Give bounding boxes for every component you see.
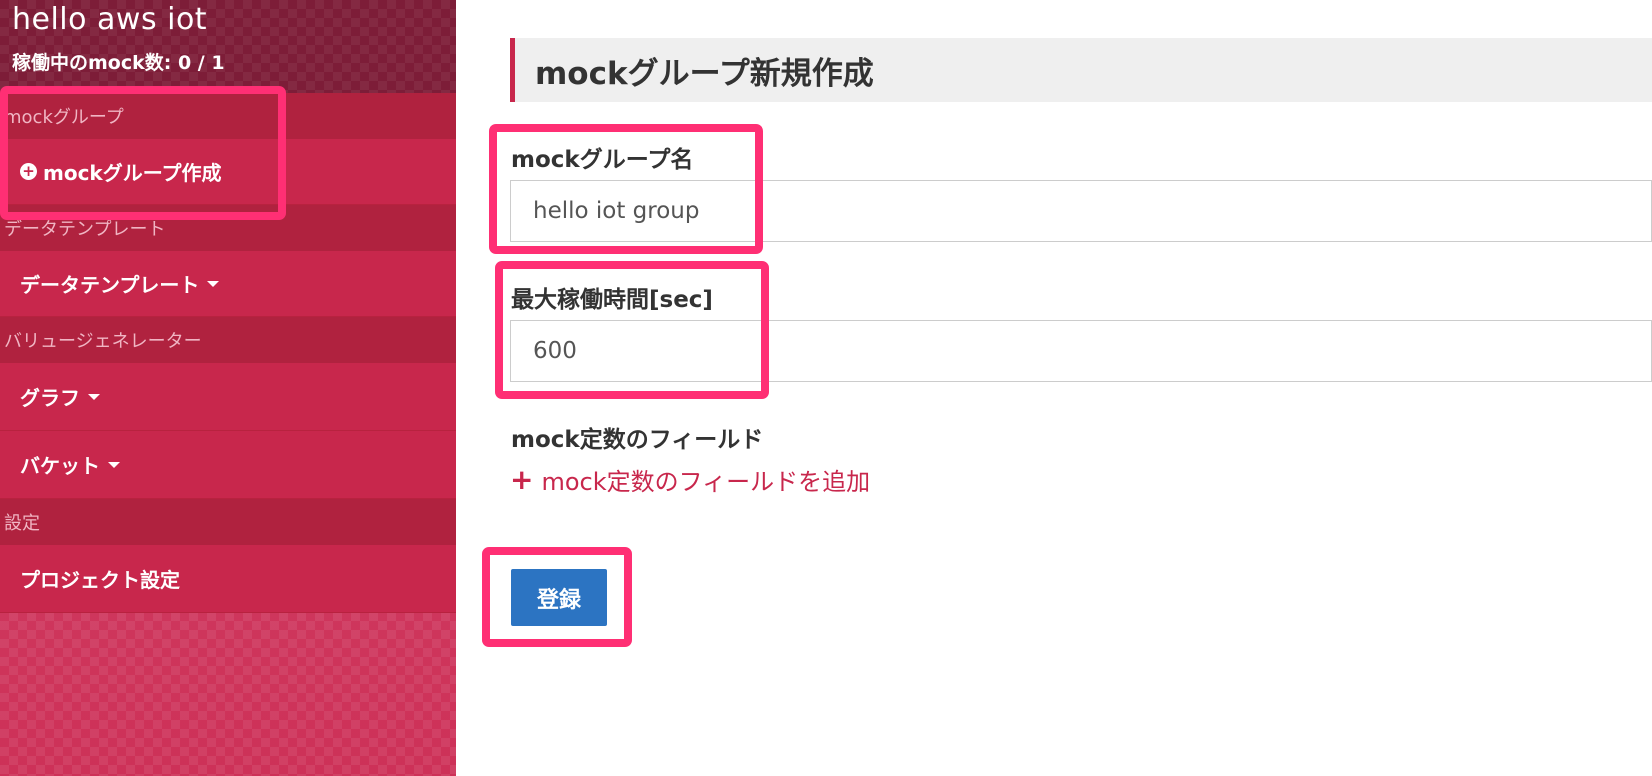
caret-down-icon [207, 280, 220, 287]
running-mock-count: 稼働中のmock数: 0 / 1 [12, 52, 225, 74]
max-runtime-label: 最大稼働時間[sec] [511, 287, 713, 313]
sidebar-item-label: グラフ [20, 386, 80, 410]
sidebar-header: hello aws iot 稼働中のmock数: 0 / 1 [0, 0, 456, 93]
sidebar-item-label: バケット [20, 454, 100, 478]
sidebar-item-data-template[interactable]: データテンプレート [0, 251, 456, 317]
sidebar-item-label: プロジェクト設定 [20, 568, 180, 592]
group-name-label: mockグループ名 [511, 147, 694, 173]
sidebar-section-value-generator: バリュージェネレーター [0, 317, 456, 363]
caret-down-icon [108, 461, 120, 468]
sidebar-section-settings: 設定 [0, 499, 456, 545]
page-title: mockグループ新規作成 [510, 38, 1652, 102]
const-fields-label: mock定数のフィールド [511, 427, 764, 453]
sidebar: hello aws iot 稼働中のmock数: 0 / 1 mockグループ … [0, 0, 456, 776]
sidebar-item-label: データテンプレート [20, 273, 200, 297]
sidebar-item-label: mockグループ作成 [43, 161, 222, 185]
group-name-input[interactable] [510, 180, 1652, 242]
add-const-field-link[interactable]: + mock定数のフィールドを追加 [510, 462, 870, 497]
max-runtime-input[interactable] [510, 320, 1652, 382]
plus-icon: + [510, 463, 534, 496]
plus-circle-icon: + [20, 163, 37, 180]
caret-down-icon [88, 393, 100, 400]
sidebar-item-graph[interactable]: グラフ [0, 363, 456, 431]
sidebar-section-data-template: データテンプレート [0, 205, 456, 251]
sidebar-item-create-mock-group[interactable]: + mockグループ作成 [0, 139, 456, 205]
sidebar-section-mock-group: mockグループ [0, 93, 456, 139]
add-const-field-label: mock定数のフィールドを追加 [541, 468, 871, 496]
register-button[interactable]: 登録 [511, 569, 607, 626]
sidebar-item-project-settings[interactable]: プロジェクト設定 [0, 545, 456, 613]
app-title: hello aws iot [12, 2, 208, 37]
sidebar-item-bucket[interactable]: バケット [0, 431, 456, 499]
